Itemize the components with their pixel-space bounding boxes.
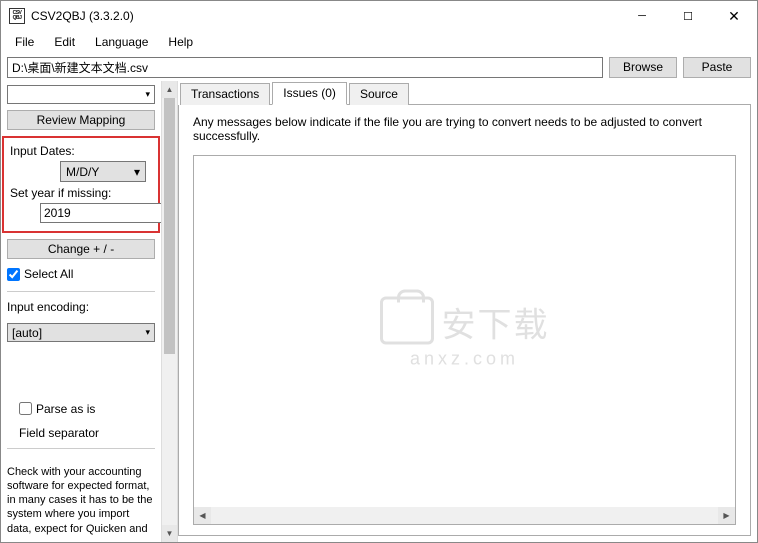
- title-bar: CSV QBJ CSV2QBJ (3.3.2.0) ─ ☐ ✕: [1, 1, 757, 31]
- content-area: Transactions Issues (0) Source Any messa…: [178, 81, 757, 542]
- menu-bar: File Edit Language Help: [1, 31, 757, 53]
- sidebar-scrollbar[interactable]: ▲ ▼: [161, 81, 178, 542]
- scroll-left-icon[interactable]: ◀: [194, 507, 211, 524]
- app-icon: CSV QBJ: [9, 8, 25, 24]
- menu-file[interactable]: File: [7, 33, 42, 51]
- chevron-down-icon: ▾: [145, 89, 150, 100]
- review-mapping-button[interactable]: Review Mapping: [7, 110, 155, 130]
- change-sign-button[interactable]: Change + / -: [7, 239, 155, 259]
- chevron-down-icon: ▾: [134, 165, 140, 179]
- select-all-checkbox[interactable]: [7, 268, 20, 281]
- parse-as-is-label: Parse as is: [36, 402, 95, 416]
- scroll-down-icon[interactable]: ▼: [162, 525, 177, 542]
- maximize-button[interactable]: ☐: [665, 1, 711, 31]
- sidebar: ▾ Review Mapping Input Dates: M/D/Y▾ Set…: [1, 81, 161, 542]
- tab-source[interactable]: Source: [349, 83, 409, 105]
- tab-body: Any messages below indicate if the file …: [178, 105, 751, 536]
- path-row: Browse Paste: [1, 53, 757, 81]
- year-spinner[interactable]: ▲ ▼: [40, 203, 120, 223]
- menu-language[interactable]: Language: [87, 33, 156, 51]
- minimize-button[interactable]: ─: [619, 1, 665, 31]
- chevron-down-icon: ▾: [145, 327, 150, 338]
- issues-message: Any messages below indicate if the file …: [193, 115, 736, 143]
- highlight-box: Input Dates: M/D/Y▾ Set year if missing:…: [2, 136, 160, 233]
- paste-button[interactable]: Paste: [683, 57, 751, 78]
- tab-issues[interactable]: Issues (0): [272, 82, 347, 105]
- horizontal-scrollbar[interactable]: ◀ ▶: [194, 507, 735, 524]
- tab-transactions[interactable]: Transactions: [180, 83, 270, 105]
- browse-button[interactable]: Browse: [609, 57, 677, 78]
- messages-box: 安下载 anxz.com ◀ ▶: [193, 155, 736, 525]
- file-path-input[interactable]: [7, 57, 603, 78]
- menu-help[interactable]: Help: [160, 33, 201, 51]
- window-title: CSV2QBJ (3.3.2.0): [31, 9, 619, 23]
- encoding-select[interactable]: [auto]▾: [7, 323, 155, 342]
- separator: [7, 448, 155, 449]
- year-input[interactable]: [40, 203, 161, 223]
- parse-as-is-checkbox[interactable]: [19, 402, 32, 415]
- select-all-row[interactable]: Select All: [7, 265, 155, 283]
- scroll-right-icon[interactable]: ▶: [718, 507, 735, 524]
- bag-icon: [380, 296, 434, 344]
- tab-bar: Transactions Issues (0) Source: [180, 81, 751, 105]
- top-select[interactable]: ▾: [7, 85, 155, 104]
- date-format-select[interactable]: M/D/Y▾: [60, 161, 146, 182]
- set-year-label: Set year if missing:: [10, 186, 152, 200]
- watermark: 安下载 anxz.com: [380, 296, 550, 369]
- input-dates-label: Input Dates:: [10, 144, 152, 158]
- parse-as-is-row[interactable]: Parse as is: [7, 400, 155, 418]
- close-button[interactable]: ✕: [711, 1, 757, 31]
- select-all-label: Select All: [24, 267, 73, 281]
- scroll-up-icon[interactable]: ▲: [162, 81, 177, 98]
- separator: [7, 291, 155, 292]
- input-encoding-label: Input encoding:: [7, 300, 155, 314]
- footer-note: Check with your accounting software for …: [7, 457, 155, 536]
- menu-edit[interactable]: Edit: [46, 33, 83, 51]
- field-separator-label: Field separator: [19, 426, 99, 440]
